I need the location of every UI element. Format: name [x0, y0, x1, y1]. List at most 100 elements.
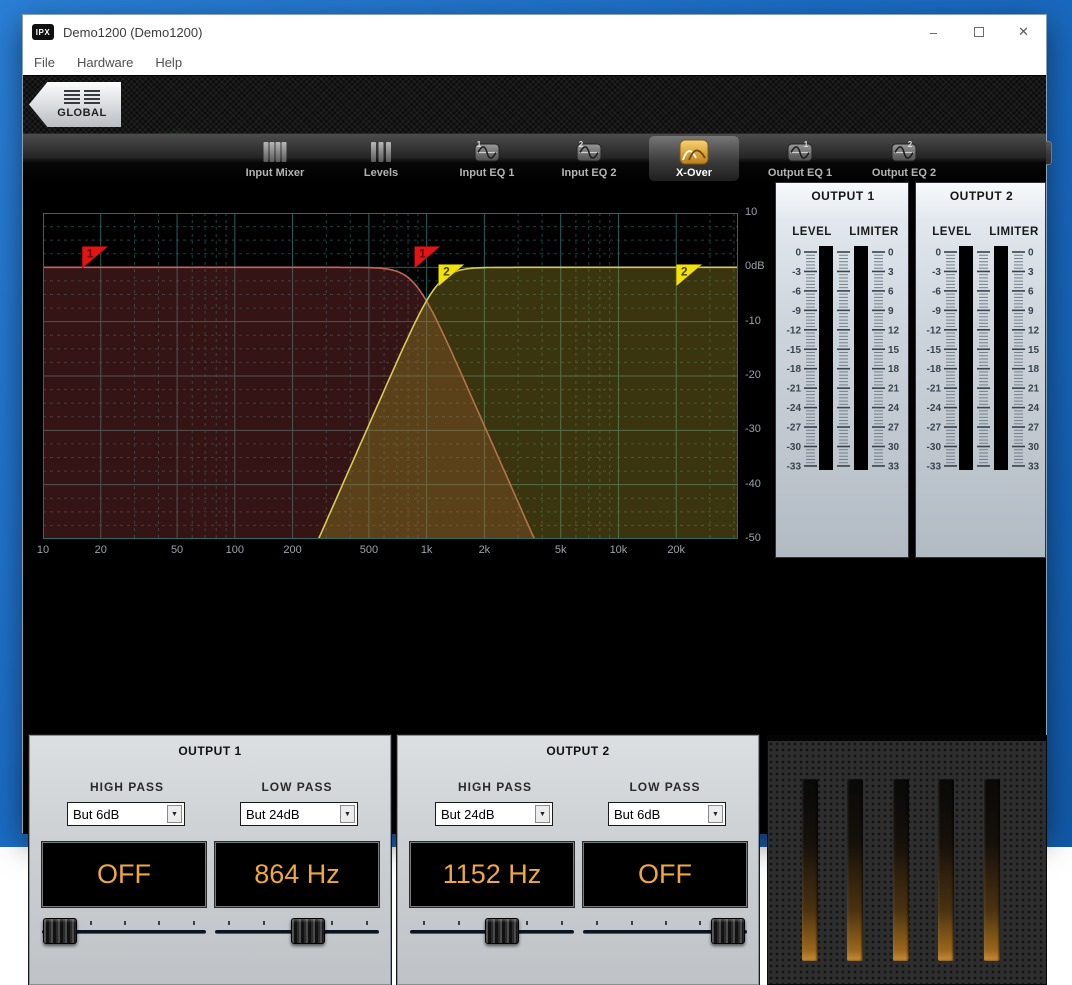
output1-highpass-slider[interactable] — [42, 917, 206, 945]
svg-text:LIMITER: LIMITER — [989, 226, 1039, 238]
tab-output-eq-2[interactable]: 2Output EQ 2 — [859, 136, 949, 181]
tab-input-eq-2[interactable]: 2Input EQ 2 — [544, 136, 634, 181]
svg-text:0: 0 — [1028, 248, 1034, 259]
eq-icon: 1 — [786, 138, 814, 166]
menu-hardware[interactable]: Hardware — [77, 55, 133, 70]
menu-help[interactable]: Help — [155, 55, 182, 70]
svg-text:-33: -33 — [787, 461, 802, 472]
svg-text:30: 30 — [1028, 442, 1040, 453]
title-bar[interactable]: IPX Demo1200 (Demo1200) – ✕ — [23, 15, 1046, 49]
x-axis-tick-label: 200 — [273, 544, 313, 556]
maximize-button[interactable] — [956, 15, 1001, 49]
low-pass-label: LOW PASS — [212, 780, 382, 794]
y-axis-tick-label: -10 — [745, 315, 779, 327]
minimize-button[interactable]: – — [911, 15, 956, 49]
output1-highpass-filter-select[interactable]: But 6dB ▼ — [67, 802, 185, 826]
svg-text:6: 6 — [888, 286, 894, 297]
output2-lowpass-slider[interactable] — [583, 917, 747, 945]
eq-icon: 1 — [473, 138, 501, 166]
slider-tick — [699, 921, 701, 925]
eq-icon: 2 — [575, 138, 603, 166]
slider-tick — [158, 921, 160, 925]
svg-text:-24: -24 — [787, 403, 802, 414]
svg-text:0: 0 — [888, 248, 894, 259]
close-button[interactable]: ✕ — [1001, 15, 1046, 49]
svg-text:-27: -27 — [927, 423, 942, 434]
svg-text:3: 3 — [888, 267, 894, 278]
global-button[interactable]: GLOBAL — [29, 81, 121, 128]
slider-tick — [124, 921, 126, 925]
x-axis-tick-label: 10 — [23, 544, 63, 556]
tab-input-eq-1[interactable]: 1Input EQ 1 — [442, 136, 532, 181]
svg-text:1: 1 — [477, 140, 482, 149]
tab-bar: Input Mixer Levels 1Input EQ 1 2Input EQ 2 X… — [23, 134, 1046, 182]
app-icon: IPX — [32, 24, 54, 40]
output1-lowpass-frequency-display: 864 Hz — [215, 842, 379, 907]
svg-text:1: 1 — [804, 140, 809, 149]
tab-x-over[interactable]: X-Over — [649, 136, 739, 181]
menu-bar: File Hardware Help — [23, 49, 1046, 75]
tab-output-eq-1[interactable]: 1Output EQ 1 — [755, 136, 845, 181]
svg-text:OUTPUT 2: OUTPUT 2 — [950, 189, 1013, 203]
chevron-down-icon[interactable]: ▼ — [340, 805, 355, 823]
list-lines-icon — [64, 90, 100, 104]
svg-text:-6: -6 — [932, 286, 941, 297]
svg-text:-9: -9 — [932, 306, 941, 317]
slider-tick — [526, 921, 528, 925]
tab-levels[interactable]: Levels — [336, 136, 426, 181]
window-title: Demo1200 (Demo1200) — [63, 25, 202, 40]
slider-tick — [561, 921, 563, 925]
tab-input-mixer[interactable]: Input Mixer — [230, 136, 320, 181]
x-axis-tick-label: 1k — [407, 544, 447, 556]
x-axis-tick-label: 500 — [349, 544, 389, 556]
maximize-icon — [974, 27, 984, 37]
level-meter-bar — [819, 246, 833, 470]
svg-text:-24: -24 — [927, 403, 942, 414]
slider-tick — [90, 921, 92, 925]
menu-file[interactable]: File — [34, 55, 55, 70]
output1-lowpass-slider[interactable] — [215, 917, 379, 945]
output-2-meter-panel: OUTPUT 2LEVELLIMITER00-33-66-99-1212-151… — [915, 182, 1046, 558]
levels-icon — [368, 138, 394, 166]
svg-text:1: 1 — [87, 246, 94, 260]
svg-text:-15: -15 — [787, 345, 802, 356]
svg-text:OUTPUT 1: OUTPUT 1 — [811, 189, 874, 203]
svg-text:15: 15 — [1028, 345, 1040, 356]
chevron-down-icon[interactable]: ▼ — [708, 805, 723, 823]
output1-lowpass-filter-select[interactable]: But 24dB ▼ — [240, 802, 358, 826]
svg-text:-18: -18 — [927, 364, 942, 375]
svg-text:0: 0 — [935, 248, 941, 259]
x-axis-tick-label: 20 — [81, 544, 121, 556]
svg-text:18: 18 — [1028, 364, 1040, 375]
limiter-meter-bar — [994, 246, 1008, 470]
svg-text:2: 2 — [579, 140, 584, 149]
output2-lowpass-frequency-display: OFF — [583, 842, 747, 907]
chevron-down-icon[interactable]: ▼ — [535, 805, 550, 823]
output2-highpass-slider[interactable] — [410, 917, 574, 945]
output2-highpass-filter-select[interactable]: But 24dB ▼ — [435, 802, 553, 826]
main-area: 11221020501002005001k2k5k10k20k100dB-10-… — [23, 182, 1046, 834]
x-axis-tick-label: 2k — [464, 544, 504, 556]
svg-text:21: 21 — [888, 384, 900, 395]
y-axis-tick-label: 10 — [745, 206, 779, 218]
slider-handle[interactable] — [291, 918, 325, 944]
slider-tick — [228, 921, 230, 925]
chevron-down-icon[interactable]: ▼ — [167, 805, 182, 823]
slider-tick — [193, 921, 195, 925]
x-axis-tick-label: 100 — [215, 544, 255, 556]
svg-text:27: 27 — [888, 423, 900, 434]
slider-handle[interactable] — [43, 918, 77, 944]
slider-handle[interactable] — [485, 918, 519, 944]
svg-text:2: 2 — [443, 264, 450, 278]
svg-text:24: 24 — [888, 403, 900, 414]
speaker-grille-graphic — [767, 735, 1047, 985]
output-1-meter-panel: OUTPUT 1LEVELLIMITER00-33-66-99-1212-151… — [775, 182, 909, 558]
svg-text:24: 24 — [1028, 403, 1040, 414]
output2-lowpass-filter-select[interactable]: But 6dB ▼ — [608, 802, 726, 826]
slider-tick — [366, 921, 368, 925]
y-axis-tick-label: -20 — [745, 369, 779, 381]
output-1-panel: OUTPUT 1 HIGH PASS LOW PASS But 6dB ▼ Bu… — [29, 735, 391, 985]
slider-tick — [631, 921, 633, 925]
slider-handle[interactable] — [711, 918, 745, 944]
slider-tick — [665, 921, 667, 925]
